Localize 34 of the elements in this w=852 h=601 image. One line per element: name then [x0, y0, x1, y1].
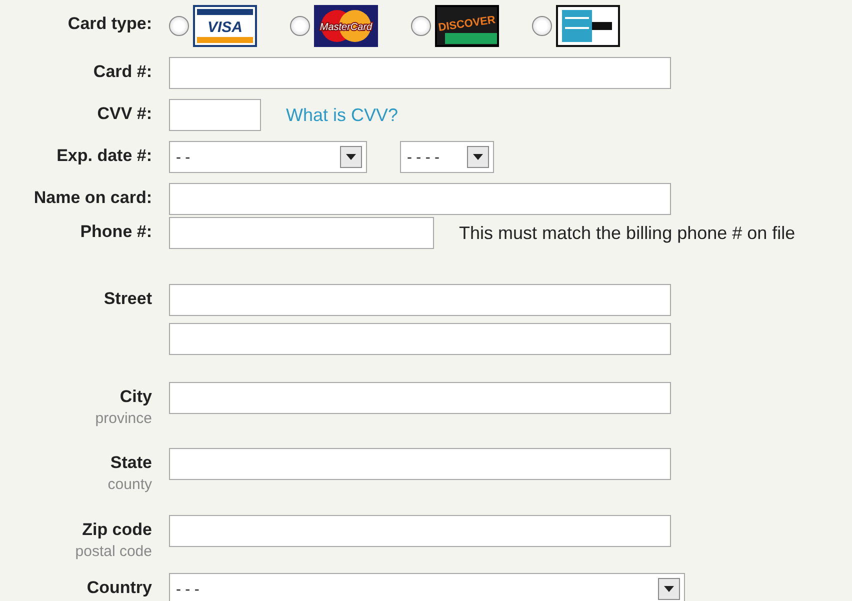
name-on-card-field[interactable]: [169, 183, 671, 215]
card-type-radio[interactable]: [411, 16, 431, 36]
field-label: Zip code: [82, 520, 152, 540]
field-label: State: [110, 453, 152, 473]
card-type-radio[interactable]: [532, 16, 552, 36]
field-hint: postal code: [75, 543, 152, 560]
phone-field[interactable]: [169, 217, 434, 249]
field-label: Country: [86, 578, 152, 598]
field-label: Card type:: [68, 14, 152, 34]
street-field[interactable]: [169, 284, 671, 316]
cvv-field[interactable]: [169, 99, 261, 131]
field-label: Exp. date #:: [56, 146, 152, 166]
country-select[interactable]: - - -: [169, 573, 685, 601]
card-type-radio[interactable]: [290, 16, 310, 36]
field-label: CVV #:: [97, 104, 152, 124]
field-label: City: [120, 387, 152, 407]
field-label: Card #:: [93, 62, 152, 82]
card-number-field[interactable]: [169, 57, 671, 89]
field-label: Street: [104, 289, 152, 309]
discover-logo: DISCOVER: [435, 5, 499, 47]
amex-logo: [556, 5, 620, 47]
street-field[interactable]: [169, 323, 671, 355]
city-field[interactable]: [169, 382, 671, 414]
phone-note: This must match the billing phone # on file: [459, 222, 796, 244]
field-hint: province: [95, 410, 152, 427]
field-label: Name on card:: [34, 188, 152, 208]
year-select[interactable]: - - - -: [400, 141, 494, 173]
state-field[interactable]: [169, 448, 671, 480]
field-hint: county: [108, 476, 152, 493]
field-label: Phone #:: [80, 222, 152, 242]
zip-code-field[interactable]: [169, 515, 671, 547]
visa-logo: VISA: [193, 5, 257, 47]
month-select[interactable]: - -: [169, 141, 367, 173]
card-type-radio[interactable]: [169, 16, 189, 36]
